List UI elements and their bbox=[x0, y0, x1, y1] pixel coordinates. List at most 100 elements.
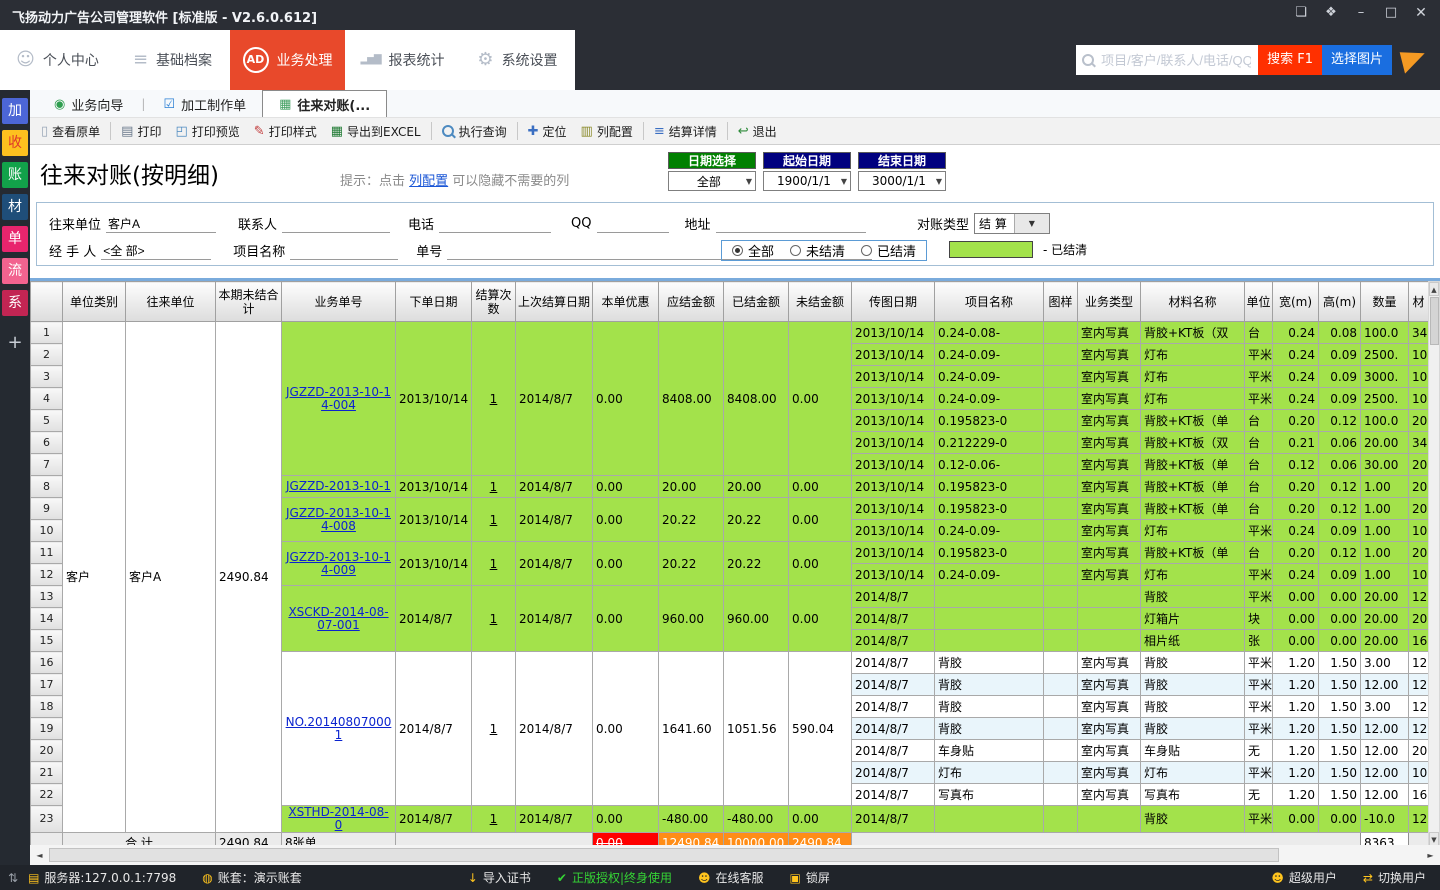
toolbar-print-preview[interactable]: ◰打印预览 bbox=[168, 119, 246, 143]
row-number[interactable]: 5 bbox=[31, 410, 63, 432]
skin-icon[interactable]: ❖ bbox=[1316, 2, 1346, 24]
toolbar-execute-query[interactable]: 执行查询 bbox=[435, 119, 514, 143]
search-input[interactable] bbox=[1101, 53, 1251, 68]
tab-work-order[interactable]: ☑加工制作单 bbox=[147, 92, 262, 117]
column-header[interactable]: 传图日期 bbox=[852, 282, 935, 322]
phone-input[interactable] bbox=[439, 215, 551, 233]
row-number[interactable]: 17 bbox=[31, 674, 63, 696]
scroll-right-icon[interactable]: ► bbox=[1423, 851, 1438, 860]
import-cert-button[interactable]: ↓ 导入证书 bbox=[468, 869, 531, 886]
date-range-select[interactable]: 全部 ▼ bbox=[668, 171, 756, 191]
sidebar-item-2[interactable]: 账 bbox=[2, 162, 28, 188]
qq-input[interactable] bbox=[597, 215, 669, 233]
nav-item-business[interactable]: AD业务处理 bbox=[230, 30, 345, 90]
project-input[interactable] bbox=[290, 242, 398, 260]
sidebar-item-7[interactable]: + bbox=[2, 330, 28, 356]
row-number[interactable]: 12 bbox=[31, 564, 63, 586]
row-number[interactable]: 4 bbox=[31, 388, 63, 410]
column-header[interactable]: 结算次数 bbox=[472, 282, 516, 322]
horizontal-scrollbar[interactable]: ◄ ► bbox=[30, 845, 1440, 865]
column-header[interactable]: 图样 bbox=[1044, 282, 1078, 322]
row-number[interactable]: 19 bbox=[31, 718, 63, 740]
order-link[interactable]: JGZZD-2013-10-14-009 bbox=[286, 550, 391, 577]
pick-image-button[interactable]: 选择图片 bbox=[1322, 45, 1392, 75]
copy-icon[interactable]: ❏ bbox=[1286, 2, 1316, 24]
sidebar-item-3[interactable]: 材 bbox=[2, 194, 28, 220]
scroll-down-icon[interactable]: ▼ bbox=[1429, 832, 1439, 846]
nav-item-personal[interactable]: ☺个人中心 bbox=[0, 30, 115, 90]
radio-2[interactable]: 已结清 bbox=[861, 241, 916, 260]
toolbar-print-style[interactable]: ✎打印样式 bbox=[247, 119, 324, 143]
order-link[interactable]: JGZZD-2013-10-14-004 bbox=[286, 385, 391, 412]
switch-user-button[interactable]: ⇄ 切换用户 bbox=[1363, 869, 1426, 886]
sidebar-item-0[interactable]: 加 bbox=[2, 98, 28, 124]
toolbar-settle-detail[interactable]: ≡结算详情 bbox=[647, 119, 724, 143]
row-number[interactable]: 6 bbox=[31, 432, 63, 454]
column-header[interactable]: 业务单号 bbox=[282, 282, 396, 322]
vertical-scroll-thumb[interactable] bbox=[1430, 297, 1439, 345]
column-header[interactable]: 宽(m) bbox=[1273, 282, 1319, 322]
maximize-icon[interactable]: □ bbox=[1376, 2, 1406, 24]
search-button[interactable]: 搜索 F1 bbox=[1258, 45, 1322, 75]
super-user-button[interactable]: ☻ 超级用户 bbox=[1271, 869, 1337, 886]
sidebar-item-4[interactable]: 单 bbox=[2, 226, 28, 252]
cell-settle-count[interactable]: 1 bbox=[472, 542, 516, 586]
row-number[interactable]: 15 bbox=[31, 630, 63, 652]
row-number[interactable]: 8 bbox=[31, 476, 63, 498]
column-header[interactable]: 应结金额 bbox=[659, 282, 724, 322]
radio-1[interactable]: 未结清 bbox=[790, 241, 845, 260]
row-number[interactable]: 22 bbox=[31, 784, 63, 806]
nav-item-settings[interactable]: ⚙系统设置 bbox=[460, 30, 575, 90]
column-config-link[interactable]: 列配置 bbox=[409, 174, 448, 189]
row-number[interactable]: 10 bbox=[31, 520, 63, 542]
address-input[interactable] bbox=[716, 215, 866, 233]
column-header[interactable]: 项目名称 bbox=[935, 282, 1044, 322]
sidebar-item-1[interactable]: 收 bbox=[2, 130, 28, 156]
row-number[interactable]: 16 bbox=[31, 652, 63, 674]
vertical-scrollbar[interactable]: ▲ ▼ bbox=[1428, 281, 1440, 847]
order-link[interactable]: JGZZD-2013-10-14-008 bbox=[286, 506, 391, 533]
minimize-icon[interactable]: – bbox=[1346, 2, 1376, 24]
lock-screen-button[interactable]: ▣ 锁屏 bbox=[790, 869, 830, 886]
column-header[interactable]: 材 bbox=[1409, 282, 1429, 322]
row-number[interactable]: 13 bbox=[31, 586, 63, 608]
column-header[interactable]: 已结金额 bbox=[724, 282, 789, 322]
column-header[interactable]: 材料名称 bbox=[1141, 282, 1245, 322]
column-header[interactable]: 单位类别 bbox=[63, 282, 126, 322]
unit-input[interactable] bbox=[106, 215, 216, 233]
column-header[interactable]: 单位 bbox=[1245, 282, 1273, 322]
tab-wizard[interactable]: ◉业务向导 bbox=[38, 92, 139, 117]
row-number[interactable]: 3 bbox=[31, 366, 63, 388]
column-header[interactable]: 数量 bbox=[1361, 282, 1409, 322]
online-service-button[interactable]: ☻ 在线客服 bbox=[698, 869, 764, 886]
radio-0[interactable]: 全部 bbox=[732, 241, 774, 260]
sidebar-item-5[interactable]: 流 bbox=[2, 258, 28, 284]
toolbar-view-original[interactable]: ▯查看原单 bbox=[34, 119, 107, 143]
cell-settle-count[interactable]: 1 bbox=[472, 476, 516, 498]
sidebar-item-6[interactable]: 系 bbox=[2, 290, 28, 316]
toolbar-export-excel[interactable]: ▦导出到EXCEL bbox=[324, 119, 428, 143]
row-number[interactable]: 2 bbox=[31, 344, 63, 366]
order-link[interactable]: XSTHD-2014-08-0 bbox=[288, 806, 388, 833]
row-number[interactable]: 1 bbox=[31, 322, 63, 344]
nav-item-archives[interactable]: ≡基础档案 bbox=[115, 30, 230, 90]
toolbar-exit[interactable]: ↩退出 bbox=[731, 119, 784, 143]
column-header[interactable]: 高(m) bbox=[1319, 282, 1361, 322]
cell-settle-count[interactable]: 1 bbox=[472, 586, 516, 652]
row-number[interactable]: 21 bbox=[31, 762, 63, 784]
cell-settle-count[interactable]: 1 bbox=[472, 652, 516, 806]
row-number[interactable]: 11 bbox=[31, 542, 63, 564]
order-link[interactable]: XSCKD-2014-08-07-001 bbox=[288, 605, 388, 632]
toolbar-column-config[interactable]: ▥列配置 bbox=[574, 119, 640, 143]
order-link[interactable]: JGZZD-2013-10-1 bbox=[286, 479, 391, 493]
column-header[interactable]: 上次结算日期 bbox=[516, 282, 593, 322]
date-start-select[interactable]: 1900/1/1 ▼ bbox=[763, 171, 851, 191]
row-number[interactable]: 7 bbox=[31, 454, 63, 476]
column-header[interactable]: 本单优惠 bbox=[593, 282, 659, 322]
column-header[interactable] bbox=[31, 282, 63, 322]
horn-icon[interactable] bbox=[1400, 46, 1429, 73]
row-number[interactable]: 20 bbox=[31, 740, 63, 762]
row-number[interactable]: 18 bbox=[31, 696, 63, 718]
column-header[interactable]: 往来单位 bbox=[126, 282, 216, 322]
row-number[interactable]: 23 bbox=[31, 806, 63, 833]
